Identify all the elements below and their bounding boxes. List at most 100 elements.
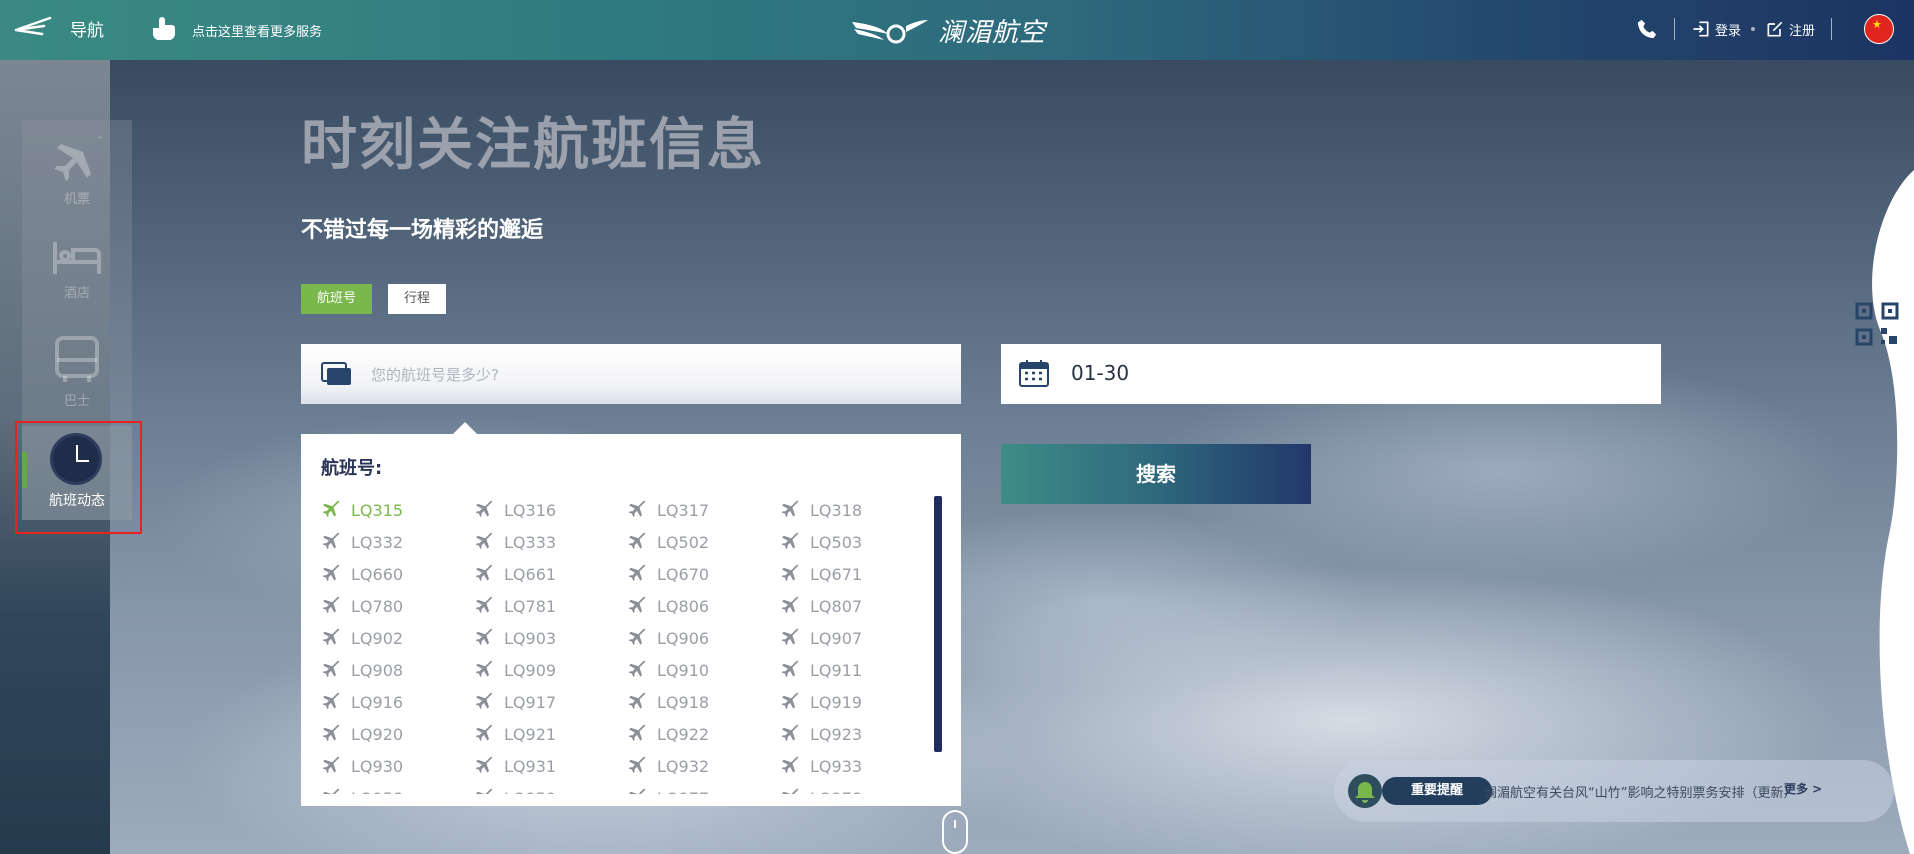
flight-option[interactable]: LQ315 [321,494,471,526]
qr-code-icon[interactable] [1855,302,1899,346]
flight-option-label: LQ933 [810,756,863,776]
tab-flight-number[interactable]: 航班号 [301,284,373,314]
flight-option[interactable]: LQ503 [780,526,930,558]
flight-option[interactable]: LQ906 [627,622,777,654]
flight-option[interactable]: LQ916 [321,686,471,718]
active-item-highlight [15,421,142,534]
flight-option[interactable]: LQ318 [780,494,930,526]
flight-option-label: LQ903 [504,628,557,648]
sidebar-item-bus[interactable]: 巴士 [22,334,132,409]
flight-option[interactable]: LQ807 [780,590,930,622]
more-services-link[interactable]: 点击这里查看更多服务 [148,16,322,44]
plane-icon [628,756,646,774]
plane-icon [781,660,799,678]
register-label: 注册 [1788,23,1815,39]
flight-option-label: LQ503 [810,532,863,552]
flight-option[interactable]: LQ780 [321,590,471,622]
register-link[interactable]: 注册 [1765,19,1815,39]
search-button[interactable]: 搜索 [1001,444,1311,504]
plane-icon [475,660,493,678]
notice-more-link[interactable]: 更多 > [1784,780,1822,797]
flight-option[interactable]: LQ917 [474,686,624,718]
flight-option[interactable]: LQ911 [780,654,930,686]
sidebar-item-flights[interactable]: 机票 [22,132,132,207]
flight-option[interactable]: LQ333 [474,526,624,558]
flight-option[interactable]: LQ907 [780,622,930,654]
nav-toggle[interactable]: 导航 [14,14,104,42]
dropdown-scrollbar[interactable] [934,496,942,752]
flight-option-label: LQ316 [504,500,557,520]
flight-option[interactable]: LQ502 [627,526,777,558]
flight-option[interactable]: LQ903 [474,622,624,654]
plane-icon [322,756,340,774]
bell-icon [1348,774,1382,808]
flight-option[interactable]: LQ670 [627,558,777,590]
flight-number-input[interactable]: 您的航班号是多少? [301,344,961,404]
plane-icon [781,500,799,518]
wings-logo-icon [852,19,928,43]
notice-text[interactable]: 澜湄航空有关台风“山竹”影响之特别票务安排（更新） [1484,782,1796,801]
flight-option[interactable]: LQ781 [474,590,624,622]
flight-option-label: LQ317 [657,500,710,520]
flight-option[interactable]: LQ959 [474,782,624,794]
flight-option-label: LQ911 [810,660,863,680]
plane-icon [322,564,340,582]
flight-option[interactable]: LQ902 [321,622,471,654]
header-dot-separator [1750,27,1755,31]
sidebar-item-hotel[interactable]: 酒店 [22,238,132,301]
flight-option[interactable]: LQ923 [780,718,930,750]
flight-option-label: LQ918 [657,692,710,712]
flight-option-label: LQ922 [657,724,710,744]
plane-icon [782,788,799,794]
flight-option-label: LQ919 [810,692,863,712]
flight-option-label: LQ931 [504,756,557,776]
plane-icon [323,788,340,794]
flight-option[interactable]: LQ806 [627,590,777,622]
flight-option[interactable]: LQ910 [627,654,777,686]
flight-option[interactable]: LQ918 [627,686,777,718]
flight-option[interactable]: LQ332 [321,526,471,558]
date-picker[interactable]: 01-30 [1001,344,1661,404]
plane-icon [322,500,340,518]
plane-icon [476,788,493,794]
flight-option[interactable]: LQ671 [780,558,930,590]
flight-option[interactable]: LQ978 [780,782,930,794]
dropdown-title: 航班号: [321,458,383,479]
page-title: 时刻关注航班信息 [301,113,765,178]
plane-icon [628,500,646,518]
flight-option[interactable]: LQ922 [627,718,777,750]
plane-icon [475,628,493,646]
flight-number-list: LQ315 LQ316 LQ317 LQ318 LQ332 LQ333 LQ502 LQ503… [321,494,931,794]
flight-option[interactable]: LQ919 [780,686,930,718]
flight-option[interactable]: LQ930 [321,750,471,782]
flight-option-label: LQ909 [504,660,557,680]
flight-option-label: LQ917 [504,692,557,712]
tab-itinerary[interactable]: 行程 [388,284,447,314]
flight-option[interactable]: LQ317 [627,494,777,526]
plane-icon [781,596,799,614]
login-link[interactable]: 登录 [1691,19,1741,39]
flight-option-label: LQ780 [351,596,404,616]
phone-icon[interactable] [1636,18,1658,40]
plane-icon [475,724,493,742]
flight-option[interactable]: LQ661 [474,558,624,590]
notice-badge: 重要提醒 [1382,777,1492,805]
header-actions: 登录 注册 ★ [1636,14,1894,44]
flight-option-label: LQ920 [351,724,404,744]
flight-option[interactable]: LQ920 [321,718,471,750]
flight-option[interactable]: LQ977 [627,782,777,794]
flight-option[interactable]: LQ933 [780,750,930,782]
flight-option[interactable]: LQ316 [474,494,624,526]
flight-option[interactable]: LQ932 [627,750,777,782]
flight-option[interactable]: LQ908 [321,654,471,686]
plane-icon [629,788,646,794]
flight-option[interactable]: LQ921 [474,718,624,750]
services-label: 点击这里查看更多服务 [192,24,323,40]
flight-option[interactable]: LQ958 [321,782,471,794]
language-flag-icon[interactable]: ★ [1864,14,1894,44]
flight-option[interactable]: LQ660 [321,558,471,590]
flight-option[interactable]: LQ909 [474,654,624,686]
brand-logo[interactable]: 澜湄航空 [850,12,1046,49]
flight-option[interactable]: LQ931 [474,750,624,782]
flight-input-placeholder: 您的航班号是多少? [371,366,499,384]
